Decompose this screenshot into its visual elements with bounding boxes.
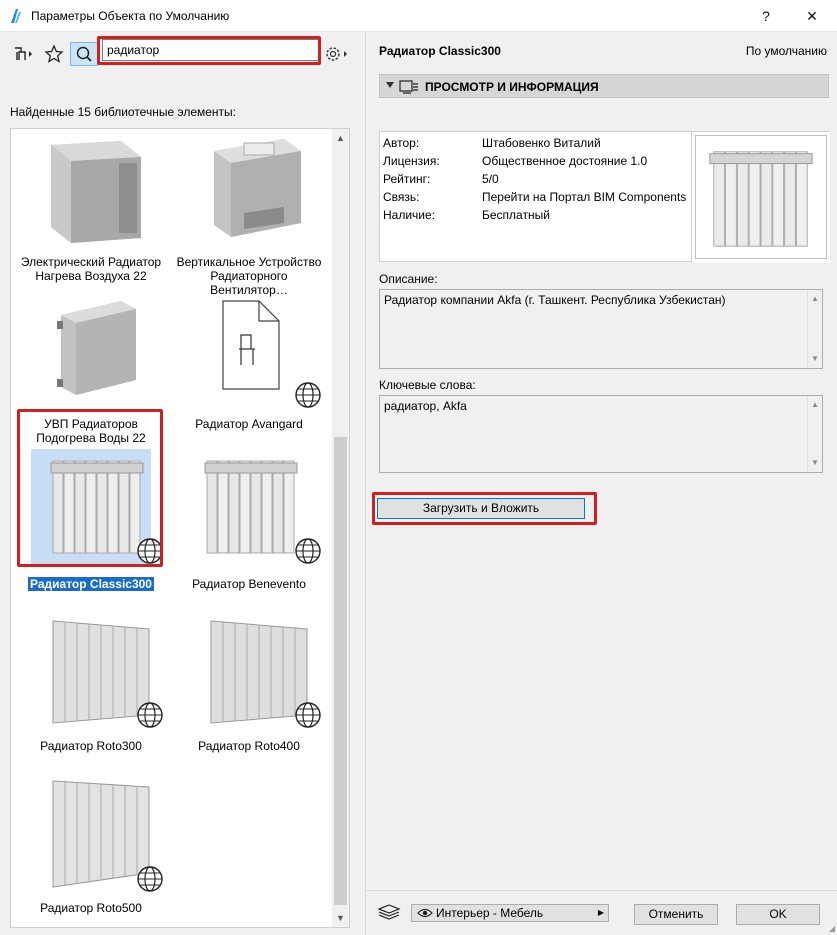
selection-highlight-frame bbox=[17, 409, 163, 567]
layer-name: Интерьер - Мебель bbox=[436, 906, 544, 920]
description-text: Радиатор компании Akfa (г. Ташкент. Респ… bbox=[384, 293, 726, 307]
item-thumbnail bbox=[210, 620, 308, 724]
load-button-highlight-frame bbox=[372, 492, 597, 525]
info-key-license: Лицензия: bbox=[383, 154, 440, 168]
result-item-roto400[interactable]: Радиатор Roto400 bbox=[174, 611, 324, 761]
section-title: ПРОСМОТР И ИНФОРМАЦИЯ bbox=[425, 80, 599, 94]
description-field[interactable]: Радиатор компании Akfa (г. Ташкент. Респ… bbox=[379, 289, 823, 369]
info-value-bim-portal-link[interactable]: Перейти на Портал BIM Components bbox=[482, 190, 686, 204]
result-item-electric-heater[interactable]: Электрический Радиатор Нагрева Воздуха 2… bbox=[16, 133, 166, 283]
title-bar: Параметры Объекта по Умолчанию ? ✕ bbox=[0, 0, 837, 32]
result-item-roto500[interactable]: Радиатор Roto500 bbox=[16, 773, 166, 923]
results-scrollbar[interactable]: ▲ ▼ bbox=[332, 129, 349, 927]
resize-grip-icon[interactable]: ◢ bbox=[829, 924, 835, 933]
details-pane: Радиатор Classic300 По умолчанию ПРОСМОТ… bbox=[366, 32, 837, 935]
description-label: Описание: bbox=[379, 272, 438, 286]
result-item-vertical-fan[interactable]: Вертикальное Устройство Радиаторного Вен… bbox=[174, 133, 324, 297]
item-thumbnail bbox=[51, 141, 141, 243]
keywords-label: Ключевые слова: bbox=[379, 378, 476, 392]
result-item-roto300[interactable]: Радиатор Roto300 bbox=[16, 611, 166, 761]
default-label: По умолчанию bbox=[745, 44, 827, 58]
scroll-down-icon[interactable]: ▼ bbox=[808, 352, 822, 366]
scroll-down-icon[interactable]: ▼ bbox=[332, 913, 349, 923]
layer-dropdown[interactable]: Интерьер - Мебель ▶ bbox=[411, 904, 609, 922]
collapse-triangle-icon[interactable] bbox=[386, 82, 394, 88]
library-browser-pane: Найденные 15 библиотечные элементы: Элек… bbox=[0, 32, 360, 935]
item-thumbnail bbox=[222, 300, 280, 390]
online-globe-icon bbox=[295, 382, 321, 408]
item-caption: Радиатор Roto300 bbox=[40, 739, 142, 753]
item-thumbnail bbox=[52, 620, 150, 724]
archicad-app-icon bbox=[11, 9, 21, 23]
keywords-text: радиатор, Akfa bbox=[384, 399, 467, 413]
item-caption: Радиатор Avangard bbox=[195, 417, 303, 431]
close-button[interactable]: ✕ bbox=[790, 0, 834, 32]
search-icon[interactable] bbox=[70, 42, 98, 66]
info-value-availability: Бесплатный bbox=[482, 208, 550, 222]
online-globe-icon bbox=[137, 866, 163, 892]
dialog-window: Параметры Объекта по Умолчанию ? ✕ радиа… bbox=[0, 0, 837, 935]
object-name: Радиатор Classic300 bbox=[379, 44, 501, 58]
preview-info-section-header[interactable]: ПРОСМОТР И ИНФОРМАЦИЯ bbox=[379, 74, 829, 98]
settings-gear-icon[interactable] bbox=[323, 44, 351, 64]
favorites-star-icon[interactable] bbox=[43, 44, 65, 64]
item-caption: Радиатор Roto500 bbox=[40, 901, 142, 915]
ok-button[interactable]: OK bbox=[736, 904, 820, 925]
object-type-icon[interactable] bbox=[12, 44, 34, 64]
scroll-up-icon[interactable]: ▲ bbox=[808, 398, 822, 412]
info-key-link: Связь: bbox=[383, 190, 420, 204]
keywords-scrollbar[interactable]: ▲ ▼ bbox=[807, 396, 822, 472]
scroll-thumb[interactable] bbox=[334, 437, 347, 905]
scroll-up-icon[interactable]: ▲ bbox=[808, 292, 822, 306]
online-globe-icon bbox=[137, 702, 163, 728]
online-globe-icon bbox=[295, 702, 321, 728]
keywords-field[interactable]: радиатор, Akfa ▲ ▼ bbox=[379, 395, 823, 473]
item-caption: Радиатор Benevento bbox=[192, 577, 306, 591]
item-thumbnail bbox=[57, 301, 136, 395]
dropdown-arrow-icon: ▶ bbox=[597, 908, 604, 917]
layers-icon[interactable] bbox=[376, 903, 402, 921]
info-key-rating: Рейтинг: bbox=[383, 172, 431, 186]
info-value-author: Штабовенко Виталий bbox=[482, 136, 601, 150]
info-value-rating: 5/0 bbox=[482, 172, 499, 186]
online-globe-icon bbox=[295, 538, 321, 564]
cancel-button[interactable]: Отменить bbox=[634, 904, 718, 925]
result-item-avangard[interactable]: Радиатор Avangard bbox=[174, 295, 324, 445]
window-title: Параметры Объекта по Умолчанию bbox=[31, 9, 230, 23]
item-caption: Электрический Радиатор Нагрева Воздуха 2… bbox=[20, 255, 162, 283]
preview-area bbox=[691, 132, 830, 263]
footer-separator bbox=[366, 890, 837, 891]
found-count-label: Найденные 15 библиотечные элементы: bbox=[10, 105, 237, 119]
preview-info-icon bbox=[399, 80, 418, 94]
preview-image bbox=[695, 135, 827, 259]
item-caption: Радиатор Roto400 bbox=[198, 739, 300, 753]
scroll-up-icon[interactable]: ▲ bbox=[332, 133, 349, 143]
scroll-down-icon[interactable]: ▼ bbox=[808, 456, 822, 470]
eye-icon bbox=[417, 908, 433, 918]
info-key-availability: Наличие: bbox=[383, 208, 436, 222]
result-item-benevento[interactable]: Радиатор Benevento bbox=[174, 449, 324, 599]
item-thumbnail bbox=[204, 460, 298, 554]
item-thumbnail bbox=[52, 780, 150, 888]
help-button[interactable]: ? bbox=[744, 0, 788, 32]
item-thumbnail bbox=[214, 139, 301, 237]
search-highlight-frame bbox=[97, 36, 321, 65]
info-key-author: Автор: bbox=[383, 136, 420, 150]
description-scrollbar[interactable]: ▲ ▼ bbox=[807, 290, 822, 368]
item-caption: Вертикальное Устройство Радиаторного Вен… bbox=[176, 255, 322, 297]
info-value-license: Общественное достояние 1.0 bbox=[482, 154, 648, 168]
item-caption: Радиатор Classic300 bbox=[28, 577, 154, 591]
info-panel: Автор: Штабовенко Виталий Лицензия: Обще… bbox=[379, 131, 830, 263]
